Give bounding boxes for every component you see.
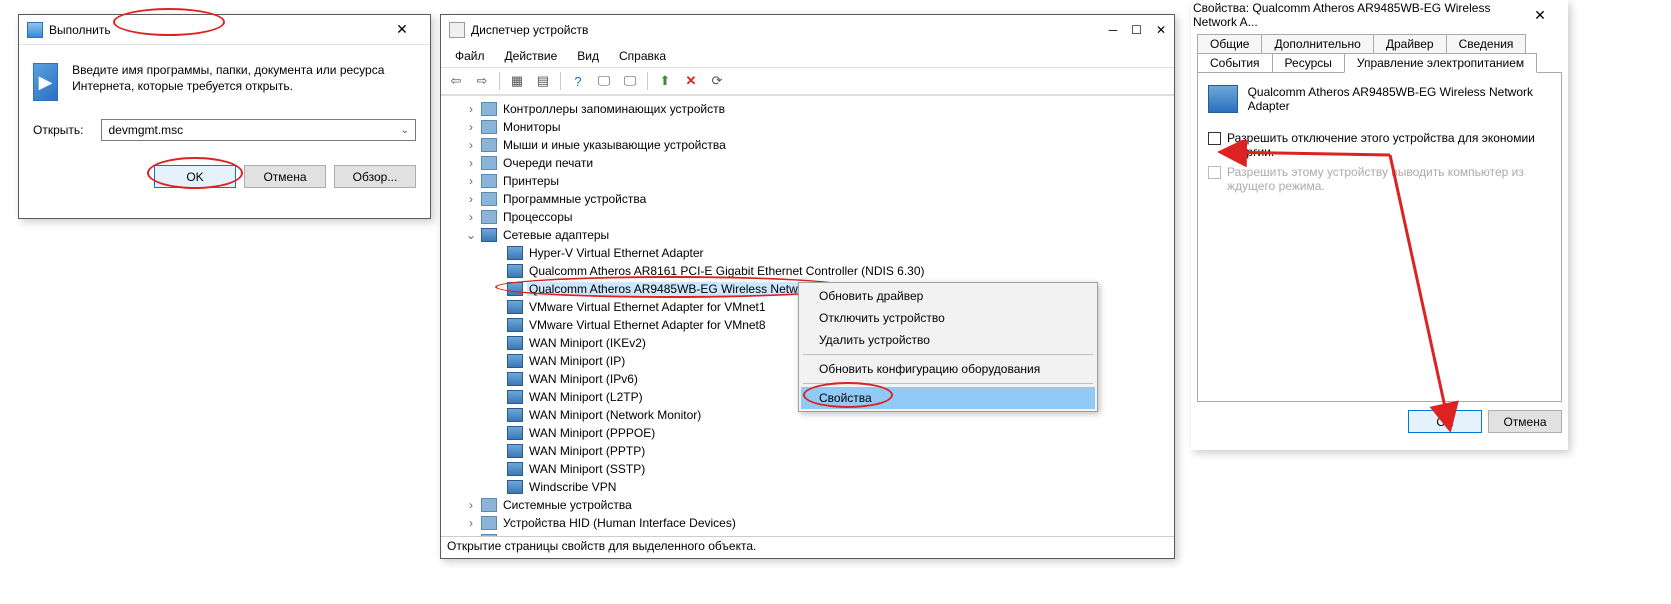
ctx-scan[interactable]: Обновить конфигурацию оборудования bbox=[801, 358, 1095, 380]
scan-icon[interactable]: 🖵 bbox=[593, 70, 615, 92]
close-icon[interactable]: ✕ bbox=[382, 21, 422, 38]
properties-dialog: Свойства: Qualcomm Atheros AR9485WB-EG W… bbox=[1191, 0, 1568, 450]
context-menu: Обновить драйвер Отключить устройство Уд… bbox=[798, 282, 1098, 412]
update-driver-icon[interactable]: 🖵 bbox=[619, 70, 641, 92]
ctx-sep bbox=[803, 354, 1093, 355]
refresh-icon[interactable]: ⟳ bbox=[706, 70, 728, 92]
tree-print[interactable]: ›Очереди печати bbox=[465, 154, 1168, 172]
browse-button[interactable]: Обзор... bbox=[334, 165, 416, 188]
ctx-update-driver[interactable]: Обновить драйвер bbox=[801, 285, 1095, 307]
net-item[interactable]: WAN Miniport (SSTP) bbox=[507, 460, 1168, 478]
menu-file[interactable]: Файл bbox=[447, 47, 493, 65]
back-icon[interactable]: ⇦ bbox=[445, 70, 467, 92]
checkbox-icon bbox=[1208, 166, 1221, 179]
ctx-uninstall[interactable]: Удалить устройство bbox=[801, 329, 1095, 351]
ok-button[interactable]: OK bbox=[154, 165, 236, 188]
tree-system[interactable]: ›Системные устройства bbox=[465, 496, 1168, 514]
run-app-icon: ▶ bbox=[33, 63, 58, 101]
status-bar: Открытие страницы свойств для выделенног… bbox=[441, 536, 1174, 558]
ctx-disable[interactable]: Отключить устройство bbox=[801, 307, 1095, 329]
properties-icon[interactable]: ▤ bbox=[532, 70, 554, 92]
tab-driver[interactable]: Драйвер bbox=[1373, 34, 1447, 53]
tree-cpu[interactable]: ›Процессоры bbox=[465, 208, 1168, 226]
tree-hid[interactable]: ›Устройства HID (Human Interface Devices… bbox=[465, 514, 1168, 532]
tab-resources[interactable]: Ресурсы bbox=[1272, 53, 1345, 72]
menu-view[interactable]: Вид bbox=[569, 47, 607, 65]
menu-action[interactable]: Действие bbox=[497, 47, 566, 65]
minimize-icon[interactable]: ─ bbox=[1109, 23, 1118, 37]
net-item[interactable]: Qualcomm Atheros AR8161 PCI-E Gigabit Et… bbox=[507, 262, 1168, 280]
close-icon[interactable]: ✕ bbox=[1156, 23, 1166, 37]
maximize-icon[interactable]: ☐ bbox=[1131, 23, 1142, 37]
command-input[interactable] bbox=[108, 123, 400, 137]
device-name: Qualcomm Atheros AR9485WB-EG Wireless Ne… bbox=[1248, 85, 1551, 113]
allow-turnoff-option[interactable]: Разрешить отключение этого устройства дл… bbox=[1208, 131, 1551, 159]
tab-events[interactable]: События bbox=[1197, 53, 1273, 72]
forward-icon[interactable]: ⇨ bbox=[471, 70, 493, 92]
run-dialog: Выполнить ✕ ▶ Введите имя программы, пап… bbox=[18, 14, 431, 219]
tree-monitors[interactable]: ›Мониторы bbox=[465, 118, 1168, 136]
devmgr-titlebar: Диспетчер устройств ─ ☐ ✕ bbox=[441, 15, 1174, 45]
cancel-button[interactable]: Отмена bbox=[244, 165, 326, 188]
menubar: Файл Действие Вид Справка bbox=[441, 45, 1174, 67]
run-description: Введите имя программы, папки, документа … bbox=[72, 63, 416, 101]
devmgr-window-icon bbox=[449, 22, 465, 38]
show-hide-icon[interactable]: ▦ bbox=[506, 70, 528, 92]
tab-power[interactable]: Управление электропитанием bbox=[1344, 53, 1537, 73]
cancel-button[interactable]: Отмена bbox=[1488, 410, 1562, 433]
run-window-icon bbox=[27, 22, 43, 38]
enable-icon[interactable]: ⬆ bbox=[654, 70, 676, 92]
checkbox-icon[interactable] bbox=[1208, 132, 1221, 145]
ctx-sep bbox=[803, 383, 1093, 384]
ctx-properties[interactable]: Свойства bbox=[801, 387, 1095, 409]
toolbar: ⇦ ⇨ ▦ ▤ ? 🖵 🖵 ⬆ ✕ ⟳ bbox=[441, 67, 1174, 95]
tree-mice[interactable]: ›Мыши и иные указывающие устройства bbox=[465, 136, 1168, 154]
props-title: Свойства: Qualcomm Atheros AR9485WB-EG W… bbox=[1193, 1, 1520, 29]
command-combo[interactable]: ⌄ bbox=[101, 119, 416, 141]
tree-storage[interactable]: ›Контроллеры запоминающих устройств bbox=[465, 100, 1168, 118]
allow-wake-option: Разрешить этому устройству выводить комп… bbox=[1208, 165, 1551, 193]
devmgr-title: Диспетчер устройств bbox=[471, 23, 1109, 37]
network-adapter-icon bbox=[1208, 85, 1238, 113]
net-item[interactable]: Windscribe VPN bbox=[507, 478, 1168, 496]
open-label: Открыть: bbox=[33, 123, 83, 137]
ok-button[interactable]: OK bbox=[1408, 410, 1482, 433]
tree-software[interactable]: ›Программные устройства bbox=[465, 190, 1168, 208]
tab-general[interactable]: Общие bbox=[1197, 34, 1262, 53]
tab-details[interactable]: Сведения bbox=[1446, 34, 1527, 53]
uninstall-icon[interactable]: ✕ bbox=[680, 70, 702, 92]
tree-printers[interactable]: ›Принтеры bbox=[465, 172, 1168, 190]
tree-net[interactable]: ⌄Сетевые адаптеры bbox=[465, 226, 1168, 244]
tab-panel: Qualcomm Atheros AR9485WB-EG Wireless Ne… bbox=[1197, 72, 1562, 402]
run-titlebar: Выполнить ✕ bbox=[19, 15, 430, 45]
run-title: Выполнить bbox=[49, 23, 382, 37]
chevron-down-icon[interactable]: ⌄ bbox=[401, 125, 409, 136]
net-item[interactable]: WAN Miniport (PPTP) bbox=[507, 442, 1168, 460]
menu-help[interactable]: Справка bbox=[611, 47, 674, 65]
close-icon[interactable]: ✕ bbox=[1520, 7, 1560, 24]
help-icon[interactable]: ? bbox=[567, 70, 589, 92]
tab-advanced[interactable]: Дополнительно bbox=[1261, 34, 1373, 53]
props-titlebar: Свойства: Qualcomm Atheros AR9485WB-EG W… bbox=[1191, 0, 1568, 30]
net-item[interactable]: WAN Miniport (PPPOE) bbox=[507, 424, 1168, 442]
net-item[interactable]: Hyper-V Virtual Ethernet Adapter bbox=[507, 244, 1168, 262]
